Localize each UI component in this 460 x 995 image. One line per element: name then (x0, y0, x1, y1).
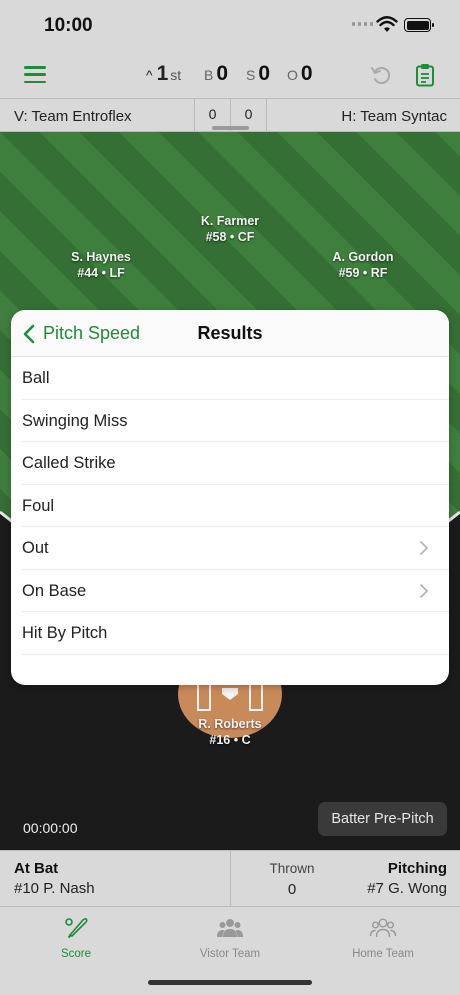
player-lf[interactable]: S. Haynes #44 • LF (61, 249, 141, 281)
results-sheet: Pitch Speed Results Ball Swinging Miss C… (11, 310, 449, 685)
result-option-swinging-miss[interactable]: Swinging Miss (22, 400, 449, 442)
game-timer: 00:00:00 (23, 820, 78, 836)
team-scorebar: V: Team Entroflex 0 0 H: Team Syntac (0, 98, 460, 132)
status-time: 10:00 (44, 15, 93, 36)
inning-indicator: ^ 1 st (146, 62, 181, 86)
result-option-called-strike[interactable]: Called Strike (22, 442, 449, 485)
visitor-team-label: V: Team Entroflex (14, 108, 132, 125)
result-option-hit-by-pitch[interactable]: Hit By Pitch (22, 612, 449, 655)
strikes-count: S 0 (246, 62, 271, 85)
info-divider (230, 851, 231, 907)
at-bat-section: At Bat #10 P. Nash (14, 860, 95, 897)
tab-visitor-team-label: Vistor Team (199, 948, 261, 960)
thrown-value: 0 (287, 881, 297, 898)
battery-icon (404, 18, 434, 32)
home-team-label: H: Team Syntac (341, 108, 447, 125)
pitching-value: #7 G. Wong (367, 880, 447, 897)
result-option-on-base[interactable]: On Base (22, 570, 449, 612)
tab-visitor-team[interactable]: Vistor Team (170, 915, 290, 960)
top-toolbar: ^ 1 st B 0 S 0 O 0 (0, 50, 460, 98)
team-group-outline-icon (369, 918, 397, 938)
tab-home-team[interactable]: Home Team (323, 915, 443, 960)
signal-icon (352, 22, 373, 26)
thrown-title: Thrown (269, 861, 315, 876)
balls-count: B 0 (204, 62, 229, 85)
chevron-right-icon (420, 541, 428, 555)
matchup-info-bar: At Bat #10 P. Nash Thrown 0 Pitching #7 … (0, 850, 460, 907)
result-option-foul[interactable]: Foul (22, 485, 449, 527)
player-rf[interactable]: A. Gordon #59 • RF (323, 249, 403, 281)
pitching-title: Pitching (387, 860, 447, 877)
inning-number: 1 (156, 62, 169, 85)
player-c[interactable]: R. Roberts #16 • C (190, 716, 270, 748)
results-title: Results (197, 323, 263, 343)
pitching-section: Pitching #7 G. Wong (367, 860, 447, 897)
batter-pre-pitch-button[interactable]: Batter Pre-Pitch (318, 802, 447, 836)
team-group-icon (217, 919, 243, 937)
home-indicator[interactable] (148, 980, 312, 985)
chevron-right-icon (420, 583, 428, 598)
results-sheet-header: Pitch Speed Results (11, 310, 449, 357)
tab-score-label: Score (60, 948, 92, 960)
thrown-section: Thrown 0 (258, 861, 326, 898)
wifi-icon (376, 16, 398, 32)
tab-score[interactable]: Score (16, 915, 136, 960)
outs-count: O 0 (287, 62, 313, 85)
drag-handle[interactable] (212, 126, 249, 130)
bat-ball-icon (65, 918, 88, 939)
at-bat-title: At Bat (14, 860, 59, 877)
status-bar: 10:00 (0, 0, 460, 50)
inning-top-arrow-icon: ^ (146, 67, 153, 83)
tab-home-team-label: Home Team (352, 948, 414, 960)
clipboard-icon[interactable] (415, 63, 435, 87)
result-option-out[interactable]: Out (22, 527, 449, 570)
inning-suffix: st (170, 67, 182, 83)
player-cf[interactable]: K. Farmer #58 • CF (190, 213, 270, 245)
menu-icon[interactable] (24, 66, 46, 83)
result-option-ball[interactable]: Ball (22, 357, 449, 400)
undo-icon[interactable] (370, 64, 392, 86)
at-bat-value: #10 P. Nash (14, 880, 95, 897)
